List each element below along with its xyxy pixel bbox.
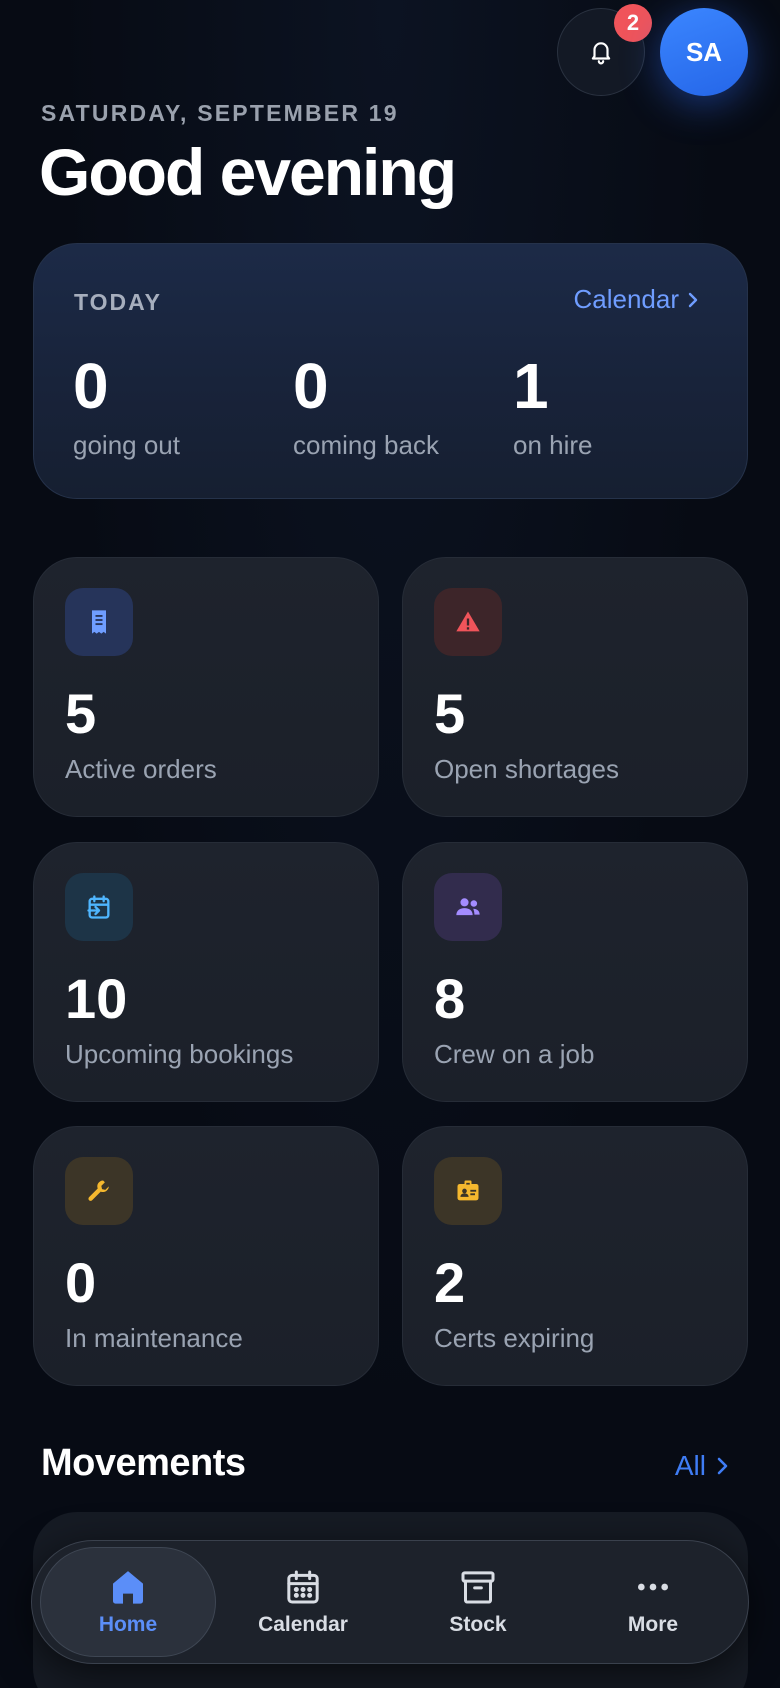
notification-badge: 2 <box>614 4 652 42</box>
tile-value: 5 <box>434 682 466 745</box>
today-card: TODAY Calendar 0 going out 0 coming back… <box>33 243 748 499</box>
calendar-link-label: Calendar <box>573 284 679 314</box>
wrench-icon <box>88 1180 109 1201</box>
tile-upcoming-bookings[interactable]: 10 Upcoming bookings <box>33 842 379 1102</box>
tab-label: More <box>627 1613 679 1636</box>
tile-icon-box <box>65 873 133 941</box>
tab-calendar[interactable]: Calendar <box>215 1547 391 1657</box>
tile-value: 5 <box>65 682 97 745</box>
chevron-right-icon <box>717 1457 728 1475</box>
stat-label: on hire <box>513 430 593 460</box>
stat-going-out: 0 going out <box>73 354 180 461</box>
tile-crew-on-job[interactable]: 8 Crew on a job <box>402 842 748 1102</box>
tile-label: Crew on a job <box>434 1039 595 1069</box>
stat-on-hire: 1 on hire <box>513 354 593 461</box>
stat-value: 1 <box>513 350 549 422</box>
tile-value: 0 <box>65 1251 97 1314</box>
tile-value: 8 <box>434 967 466 1030</box>
tile-label: Active orders <box>65 754 217 784</box>
tile-icon-box <box>434 873 502 941</box>
avatar[interactable]: SA <box>660 8 748 96</box>
tile-icon-box <box>434 588 502 656</box>
tile-certs-expiring[interactable]: 2 Certs expiring <box>402 1126 748 1386</box>
tab-home[interactable]: Home <box>40 1547 216 1657</box>
stat-label: going out <box>73 430 180 460</box>
stat-value: 0 <box>73 350 109 422</box>
home-screen: 2 SA SATURDAY, SEPTEMBER 19 Good evening… <box>0 0 780 1688</box>
more-dots-icon <box>638 1583 668 1591</box>
calendar-link[interactable]: Calendar <box>573 284 699 315</box>
chevron-right-icon <box>688 292 698 307</box>
movements-all-link[interactable]: All <box>675 1450 728 1482</box>
tab-stock[interactable]: Stock <box>390 1547 566 1657</box>
tile-value: 10 <box>65 967 128 1030</box>
tab-bar: Home Calendar Stock More <box>31 1540 749 1664</box>
tile-open-shortages[interactable]: 5 Open shortages <box>402 557 748 817</box>
tab-label: Stock <box>449 1613 507 1636</box>
tile-icon-box <box>434 1157 502 1225</box>
id-badge-icon <box>457 1180 479 1201</box>
tile-label: Certs expiring <box>434 1323 595 1353</box>
tab-more[interactable]: More <box>565 1547 741 1657</box>
tile-icon-box <box>65 588 133 656</box>
tile-label: In maintenance <box>65 1323 243 1353</box>
tab-label: Home <box>98 1613 158 1636</box>
calendar-arrow-icon <box>87 895 110 919</box>
tile-label: Open shortages <box>434 754 620 784</box>
tile-value: 2 <box>434 1251 466 1314</box>
stat-coming-back: 0 coming back <box>293 354 439 461</box>
today-label: TODAY <box>74 289 162 315</box>
stat-label: coming back <box>293 430 439 460</box>
date-label: SATURDAY, SEPTEMBER 19 <box>41 100 399 126</box>
movements-title: Movements <box>41 1442 246 1484</box>
all-link-label: All <box>674 1450 706 1481</box>
warning-icon <box>456 611 480 632</box>
tab-label: Calendar <box>258 1613 348 1636</box>
stat-value: 0 <box>293 350 329 422</box>
page-title: Good evening <box>39 135 457 209</box>
home-icon <box>113 1571 143 1604</box>
tile-label: Upcoming bookings <box>65 1039 294 1069</box>
people-icon <box>456 898 480 916</box>
receipt-icon <box>92 610 106 634</box>
bell-icon <box>591 42 611 65</box>
archive-box-icon <box>461 1571 495 1604</box>
tile-in-maintenance[interactable]: 0 In maintenance <box>33 1126 379 1386</box>
calendar-icon <box>287 1570 319 1604</box>
tile-icon-box <box>65 1157 133 1225</box>
tile-active-orders[interactable]: 5 Active orders <box>33 557 379 817</box>
